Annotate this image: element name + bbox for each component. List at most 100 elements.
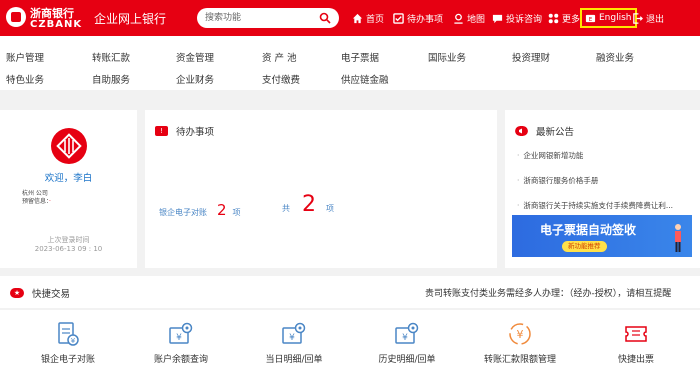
notice-list: 企业网银新增功能 浙商银行服务价格手册 浙商银行关于持续实施支付手续费降费让利.…: [517, 150, 697, 225]
quick-history-detail-label: 历史明细/回单: [378, 355, 436, 365]
nav-logout-label: 退出: [646, 14, 665, 25]
quick-balance-label: 账户余额查询: [153, 355, 208, 365]
search-input[interactable]: [205, 11, 315, 25]
search-box: [197, 8, 339, 28]
user-panel: 欢迎，李白 杭州 公司 预留信息：· 上次登录时间 2023-06-13 09 …: [0, 110, 137, 268]
reserved-info-label: 预留信息：: [22, 198, 50, 205]
nav-map[interactable]: 地图: [453, 9, 485, 27]
nav-more-label: 更多: [562, 14, 581, 25]
search-icon[interactable]: [319, 12, 331, 24]
quick-trade-bar: ★ 快捷交易 贵司转账支付类业务需经多人办理：（经办-授权），请相互提醒: [0, 276, 700, 308]
nav-map-label: 地图: [467, 14, 486, 25]
nav-home[interactable]: 首页: [352, 9, 384, 27]
todo-icon: [393, 12, 404, 24]
nav-english[interactable]: E English: [580, 8, 637, 28]
svg-text:¥: ¥: [289, 333, 295, 343]
todo-item-unit: 项: [232, 208, 241, 217]
todo-item-reconcile[interactable]: 银企电子对账 2 项: [159, 201, 241, 219]
notice-title: 最新公告: [536, 127, 575, 138]
last-login-label: 上次登录时间: [47, 236, 90, 244]
quick-trade-header: ★ 快捷交易: [10, 286, 70, 300]
quick-trade-tip: 贵司转账支付类业务需经多人办理：（经办-授权），请相互提醒: [425, 289, 672, 299]
megaphone-icon: [515, 126, 528, 136]
menu-special[interactable]: 特色业务: [6, 72, 44, 86]
bank-emblem-icon: [56, 133, 82, 159]
top-header: 浙商银行 CZBANK 企业网上银行 首页 待办事项 地图 投诉咨询 更多 E …: [0, 0, 700, 36]
todo-title: 待办事项: [176, 127, 215, 138]
nav-complaint[interactable]: 投诉咨询: [492, 9, 542, 27]
notice-header: 最新公告: [515, 124, 574, 138]
logout-icon: [633, 12, 643, 24]
quick-today-detail[interactable]: ¥ 当日明细/回单: [244, 320, 344, 365]
balance-query-icon: ¥: [169, 322, 193, 344]
todo-total-label: 共: [282, 204, 290, 213]
notice-item[interactable]: 企业网银新增功能: [517, 150, 697, 175]
system-title: 企业网上银行: [94, 12, 167, 26]
welcome-text[interactable]: 欢迎，李白: [0, 170, 137, 184]
avatar: [51, 128, 87, 164]
todo-total: 共 2 项: [282, 192, 334, 217]
menu-funds[interactable]: 资金管理: [176, 50, 214, 64]
e-bill-banner[interactable]: 电子票据自动签收 新功能推荐: [512, 215, 692, 257]
svg-text:¥: ¥: [176, 333, 182, 343]
todo-item-count: 2: [217, 201, 227, 219]
quick-reconcile-label: 银企电子对账: [40, 355, 95, 365]
nav-home-label: 首页: [366, 14, 385, 25]
todo-total-count: 2: [302, 192, 316, 217]
transfer-limit-icon: ¥: [509, 323, 531, 345]
svg-text:E: E: [589, 16, 593, 22]
nav-logout[interactable]: 退出: [632, 9, 664, 27]
notice-item[interactable]: 浙商银行服务价格手册: [517, 175, 697, 200]
nav-todo-label: 待办事项: [407, 14, 444, 25]
language-icon: E: [585, 14, 596, 22]
quick-trade-items: ¥ 银企电子对账 ¥ 账户余额查询 ¥ 当日明细/回单 ¥ 历史明细/回单 ¥ …: [0, 310, 700, 377]
svg-text:¥: ¥: [517, 328, 524, 341]
home-icon: [352, 13, 363, 23]
svg-text:¥: ¥: [71, 337, 76, 345]
person-illustration-icon: [675, 224, 681, 252]
reconcile-document-icon: ¥: [58, 322, 79, 346]
star-icon: ★: [10, 288, 24, 298]
menu-transfer[interactable]: 转账汇款: [92, 50, 130, 64]
nav-todo[interactable]: 待办事项: [393, 9, 443, 27]
quick-today-detail-label: 当日明细/回单: [265, 355, 323, 365]
menu-investment[interactable]: 投资理财: [512, 50, 550, 64]
todo-header: ! 待办事项: [155, 124, 214, 138]
last-login-time: 2023-06-13 09 : 10: [34, 245, 103, 253]
nav-more[interactable]: 更多: [548, 9, 580, 27]
menu-self-service[interactable]: 自助服务: [92, 72, 130, 86]
quick-balance[interactable]: ¥ 账户余额查询: [131, 320, 231, 365]
alert-icon: !: [155, 126, 168, 136]
menu-international[interactable]: 国际业务: [428, 50, 466, 64]
nav-complaint-label: 投诉咨询: [506, 14, 543, 25]
menu-finance[interactable]: 企业财务: [176, 72, 214, 86]
nav-english-label: English: [599, 13, 632, 23]
menu-asset-pool[interactable]: 资 产 池: [262, 50, 297, 64]
quick-history-detail[interactable]: ¥ 历史明细/回单: [357, 320, 457, 365]
quick-transfer-limit[interactable]: ¥ 转账汇款限额管理: [470, 320, 570, 365]
todo-panel: ! 待办事项 银企电子对账 2 项 共 2 项: [145, 110, 497, 268]
menu-payment[interactable]: 支付缴费: [262, 72, 300, 86]
notice-panel: 最新公告 企业网银新增功能 浙商银行服务价格手册 浙商银行关于持续实施支付手续费…: [505, 110, 700, 268]
quick-issue-bill[interactable]: 快捷出票: [586, 320, 686, 365]
menu-supply-chain[interactable]: 供应链金融: [341, 72, 389, 86]
chat-icon: [492, 14, 503, 23]
banner-pill: 新功能推荐: [562, 241, 607, 252]
reserved-info: 预留信息：·: [22, 198, 51, 205]
todo-total-unit: 项: [326, 204, 334, 213]
history-detail-icon: ¥: [395, 322, 419, 344]
quick-reconcile[interactable]: ¥ 银企电子对账: [18, 320, 118, 365]
quick-issue-bill-label: 快捷出票: [617, 355, 654, 365]
menu-e-bill[interactable]: 电子票据: [341, 50, 379, 64]
quick-trade-title: 快捷交易: [32, 289, 71, 300]
czbank-logo-mark: [6, 7, 26, 27]
ticket-icon: [625, 326, 647, 342]
czbank-logo[interactable]: 浙商银行 CZBANK: [6, 3, 91, 33]
menu-account[interactable]: 账户管理: [6, 50, 44, 64]
banner-title: 电子票据自动签收: [540, 223, 637, 237]
todo-item-label: 银企电子对账: [159, 208, 207, 217]
main-menu: 账户管理 转账汇款 资金管理 资 产 池 电子票据 国际业务 投资理财 融资业务…: [0, 36, 700, 90]
map-pin-icon: [454, 13, 463, 24]
grid-icon: [548, 13, 559, 23]
menu-financing[interactable]: 融资业务: [596, 50, 634, 64]
